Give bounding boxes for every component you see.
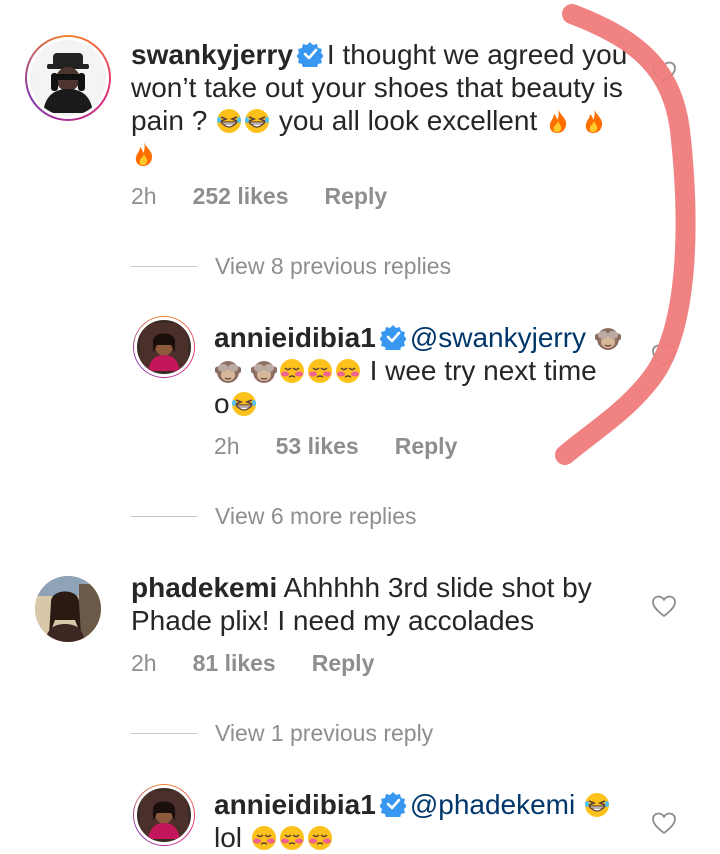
monkey-emoji-icon xyxy=(215,360,241,384)
view-replies-button[interactable]: View 1 previous reply xyxy=(131,720,433,747)
avatar-photo xyxy=(33,43,103,113)
blush-emoji-icon xyxy=(279,825,305,851)
comment-meta: 2h 252 likes Reply xyxy=(131,183,423,210)
likes-count[interactable]: 53 likes xyxy=(276,433,359,459)
view-replies-label: View 8 previous replies xyxy=(215,253,452,279)
blush-emoji-icon xyxy=(279,358,305,384)
laugh-emoji-icon xyxy=(230,391,257,417)
comment-time: 2h xyxy=(131,650,157,676)
view-replies-label: View 6 more replies xyxy=(215,503,417,529)
fire-emoji-icon xyxy=(135,142,153,166)
view-replies-button[interactable]: View 8 previous replies xyxy=(131,253,451,280)
avatar-photo xyxy=(140,323,188,371)
reply-text: annieidibia1 @phadekemi lol xyxy=(214,788,634,854)
likes-count[interactable]: 81 likes xyxy=(193,650,276,676)
avatar-photo xyxy=(140,791,188,839)
comment-body-line: you all look excellent xyxy=(278,105,538,136)
comment-meta: 2h 81 likes Reply xyxy=(131,650,410,677)
divider xyxy=(131,516,197,517)
reply-button[interactable]: Reply xyxy=(312,650,375,676)
comment-text: swankyjerry I thought we agreed you won’t… xyxy=(131,38,651,170)
verified-badge-icon xyxy=(296,41,323,67)
monkey-emoji-icon xyxy=(594,327,621,351)
comment-username[interactable]: phadekemi xyxy=(131,572,277,603)
comment-text: phadekemi Ahhhhh 3rd slide shot by Phade… xyxy=(131,571,631,637)
comment-body-line: won’t take out your shoes that beauty is xyxy=(131,72,623,103)
comment-body-line: pain ? xyxy=(131,105,208,136)
comment-time: 2h xyxy=(131,183,157,209)
blush-emoji-icon xyxy=(335,358,361,384)
laugh-emoji-icon xyxy=(584,792,610,818)
mention-link[interactable]: @swankyjerry xyxy=(410,322,586,353)
comment-body-line: Phade plix! I need my accolades xyxy=(131,605,535,636)
laugh-emoji-icon xyxy=(216,108,242,134)
fire-emoji-icon xyxy=(549,109,567,133)
likes-count[interactable]: 252 likes xyxy=(193,183,289,209)
monkey-emoji-icon xyxy=(250,360,277,384)
comment-time: 2h xyxy=(214,433,240,459)
blush-emoji-icon xyxy=(307,825,333,851)
comment-body-line: o xyxy=(214,388,230,419)
heart-icon[interactable] xyxy=(652,61,676,84)
divider xyxy=(131,266,197,267)
mention-link[interactable]: @phadekemi xyxy=(410,789,575,820)
comment-body-line: Ahhhhh 3rd slide shot by xyxy=(283,572,592,603)
reply-text: annieidibia1 @swankyjerry I wee try next … xyxy=(214,321,634,420)
view-replies-label: View 1 previous reply xyxy=(215,720,434,746)
comment-body-line: I thought we agreed you xyxy=(326,39,628,70)
blush-emoji-icon xyxy=(307,358,333,384)
heart-icon[interactable] xyxy=(652,595,676,618)
view-replies-button[interactable]: View 6 more replies xyxy=(131,503,417,530)
comment-body-line: I wee try next time xyxy=(369,355,597,386)
divider xyxy=(131,733,197,734)
comment-username[interactable]: annieidibia1 xyxy=(214,789,376,820)
comment-body-line: lol xyxy=(214,822,243,853)
blush-emoji-icon xyxy=(251,825,277,851)
avatar[interactable] xyxy=(25,35,111,121)
reply-button[interactable]: Reply xyxy=(325,183,388,209)
avatar[interactable] xyxy=(33,574,103,644)
comment-meta: 2h 53 likes Reply xyxy=(214,433,493,460)
fire-emoji-icon xyxy=(585,109,602,133)
avatar[interactable] xyxy=(133,784,195,846)
avatar-photo xyxy=(35,576,101,642)
verified-badge-icon xyxy=(379,324,406,350)
heart-icon[interactable] xyxy=(652,812,676,835)
reply-button[interactable]: Reply xyxy=(395,433,458,459)
avatar[interactable] xyxy=(133,316,195,378)
comment-username[interactable]: swankyjerry xyxy=(131,39,293,70)
laugh-emoji-icon xyxy=(244,108,270,134)
comment-username[interactable]: annieidibia1 xyxy=(214,322,376,353)
verified-badge-icon xyxy=(379,791,406,817)
heart-icon[interactable] xyxy=(652,344,676,367)
